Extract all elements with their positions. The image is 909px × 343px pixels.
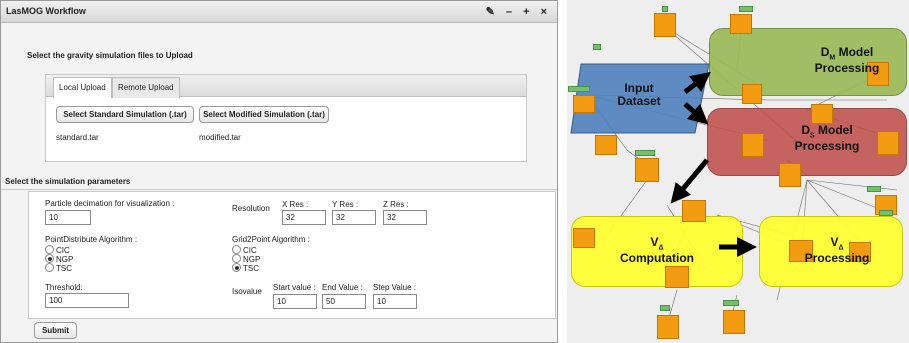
minimize-icon[interactable]: – — [506, 6, 516, 18]
modified-file-name: modified.tar — [199, 133, 241, 142]
threshold-label: Threshold: — [45, 283, 83, 292]
params-heading: Select the simulation parameters — [5, 177, 131, 186]
start-value-label: Start value : — [273, 283, 316, 292]
g2p-option-ngp[interactable]: NGP — [232, 254, 260, 264]
step-value-input[interactable]: 10 — [373, 294, 417, 309]
particle-input[interactable]: 10 — [45, 210, 91, 225]
arrow-to-ds — [683, 102, 709, 125]
pd-option-cic[interactable]: CIC — [45, 245, 73, 255]
close-icon[interactable]: × — [541, 6, 551, 18]
radio-icon[interactable] — [232, 245, 241, 254]
wrench-icon[interactable]: ✎ — [486, 6, 499, 18]
pd-option-ngp[interactable]: NGP — [45, 254, 73, 264]
isovalue-label: Isovalue — [232, 287, 262, 296]
pd-radio-group: CIC NGP TSC — [45, 245, 73, 273]
radio-icon[interactable] — [45, 245, 54, 254]
window-titlebar: LasMOG Workflow ✎ – + × — [1, 1, 557, 23]
submit-button[interactable]: Submit — [34, 322, 77, 339]
g2p-option-cic[interactable]: CIC — [232, 245, 260, 255]
window-controls: ✎ – + × — [486, 5, 551, 18]
arrow-to-dm — [683, 71, 711, 94]
tab-remote-upload[interactable]: Remote Upload — [112, 77, 180, 98]
z-res-input[interactable]: 32 — [383, 210, 427, 225]
workflow-window: LasMOG Workflow ✎ – + × Select the gravi… — [0, 0, 558, 343]
y-res-label: Y Res : — [332, 200, 359, 209]
tab-local-upload[interactable]: Local Upload — [53, 77, 112, 98]
flow-arrows — [670, 71, 757, 257]
g2p-label: Grid2Point Algorithm : — [232, 235, 310, 244]
maximize-icon[interactable]: + — [523, 6, 533, 18]
upload-heading: Select the gravity simulation files to U… — [27, 51, 193, 60]
threshold-input[interactable]: 100 — [45, 293, 129, 308]
pd-label: PointDistribute Algorithm : — [45, 235, 138, 244]
particle-label: Particle decimation for visualization : — [45, 199, 175, 208]
x-res-label: X Res : — [282, 200, 309, 209]
y-res-input[interactable]: 32 — [332, 210, 376, 225]
g2p-radio-group: CIC NGP TSC — [232, 245, 260, 273]
end-value-input[interactable]: 50 — [322, 294, 366, 309]
radio-icon[interactable] — [232, 254, 241, 263]
radio-selected-icon[interactable] — [232, 263, 241, 272]
params-divider — [1, 189, 557, 190]
arrow-to-v-computation — [670, 158, 709, 204]
radio-icon[interactable] — [45, 263, 54, 272]
radio-selected-icon[interactable] — [45, 254, 54, 263]
standard-file-name: standard.tar — [56, 133, 99, 142]
window-title: LasMOG Workflow — [6, 6, 86, 16]
end-value-label: End Value : — [322, 283, 363, 292]
start-value-input[interactable]: 10 — [273, 294, 317, 309]
step-value-label: Step Value : — [373, 283, 416, 292]
select-modified-button[interactable]: Select Modified Simulation (.tar) — [199, 106, 329, 123]
resolution-label: Resolution — [232, 204, 270, 213]
g2p-option-tsc[interactable]: TSC — [232, 263, 260, 273]
x-res-input[interactable]: 32 — [282, 210, 326, 225]
select-standard-button[interactable]: Select Standard Simulation (.tar) — [56, 106, 194, 123]
pd-option-tsc[interactable]: TSC — [45, 263, 73, 273]
upload-tab-panel: Local Upload Remote Upload Select Standa… — [45, 74, 527, 162]
workflow-diagram: DM Model Processing DS Model Processing … — [567, 0, 909, 343]
z-res-label: Z Res : — [383, 200, 409, 209]
